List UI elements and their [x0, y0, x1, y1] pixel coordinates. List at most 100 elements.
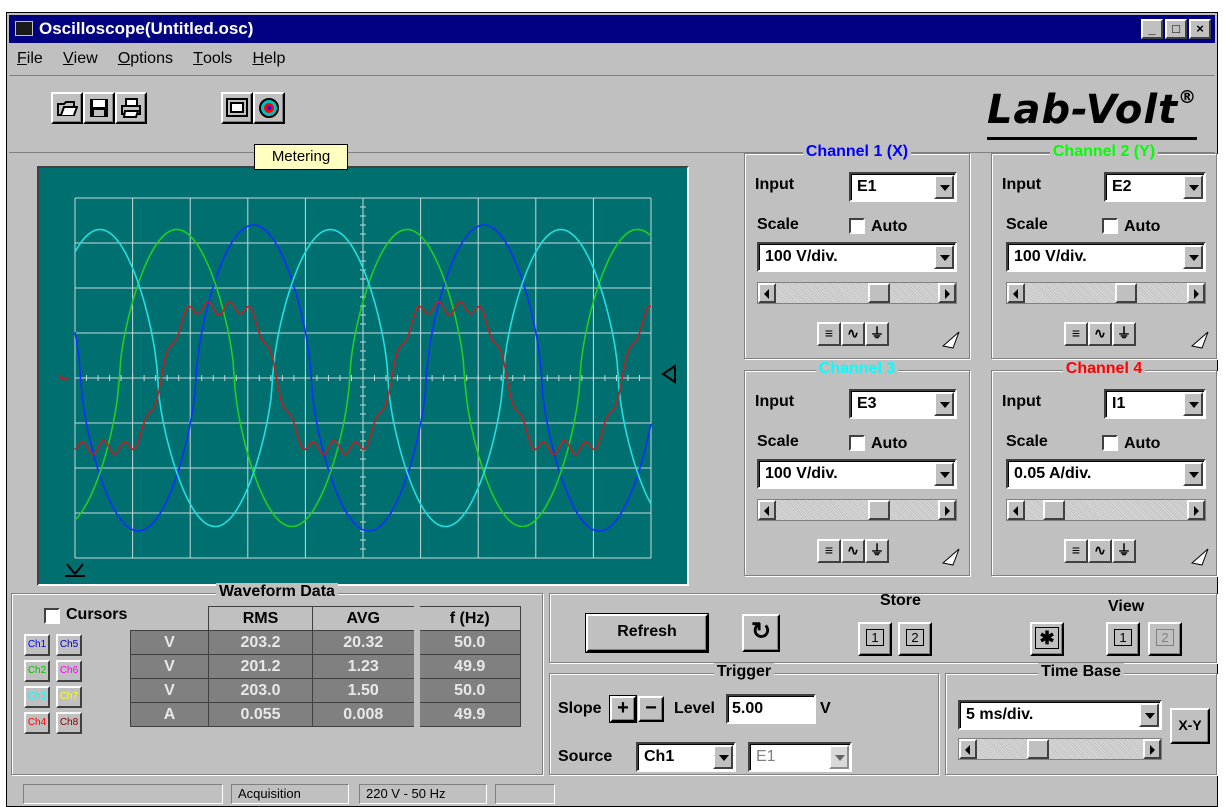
status-bar: Acquisition 220 V - 50 Hz	[9, 782, 1215, 804]
source-label: Source	[558, 748, 613, 765]
auto-label: Auto	[1124, 218, 1161, 235]
ch2-button[interactable]: Ch2	[24, 660, 50, 682]
channel-1-coupling-buttons[interactable]: ≡ ∿ ⏚	[817, 322, 889, 346]
dc-coupling-icon: ≡	[1064, 322, 1088, 346]
trigger-level-input[interactable]: 5.00	[726, 694, 816, 724]
input-label: Input	[755, 176, 795, 193]
channel-2-scale-select[interactable]: 100 V/div.	[1006, 242, 1206, 272]
time-base-slider[interactable]	[958, 738, 1162, 760]
refresh-button[interactable]: Refresh	[585, 613, 709, 653]
metering-button[interactable]	[253, 92, 285, 124]
oscilloscope-display[interactable]	[37, 166, 689, 586]
channel-4-input-select[interactable]: I1	[1104, 389, 1206, 419]
channel-3-panel: Channel 3 Input E3 Scale Auto 100 V/div.…	[744, 360, 970, 576]
trigger-level-marker[interactable]	[661, 364, 676, 384]
ac-coupling-icon: ∿	[841, 322, 865, 346]
trigger-source-select[interactable]: Ch1	[636, 742, 736, 772]
ch4-button[interactable]: Ch4	[24, 712, 50, 734]
waveform-data-panel: Waveform Data Cursors RMS AVG f (Hz) V 2…	[11, 583, 543, 775]
level-unit-label: V	[820, 700, 831, 717]
avg-header: AVG	[312, 606, 417, 631]
ch5-button[interactable]: Ch5	[56, 634, 82, 656]
acquisition-controls-panel: Refresh ↻ Store 1 2 View ✱ 1 2	[549, 592, 1217, 663]
channel-2-title: Channel 2 (Y)	[1049, 143, 1159, 160]
time-base-select[interactable]: 5 ms/div.	[958, 700, 1162, 730]
menu-help[interactable]: Help	[244, 45, 293, 73]
minimize-button[interactable]: _	[1141, 19, 1163, 39]
channel-4-auto-checkbox[interactable]	[1102, 435, 1118, 451]
ac-coupling-icon: ∿	[841, 539, 865, 563]
menu-file[interactable]: File	[9, 45, 51, 73]
maximize-button[interactable]: □	[1165, 19, 1187, 39]
open-button[interactable]	[51, 92, 83, 124]
close-button[interactable]: ×	[1189, 19, 1211, 39]
slope-label: Slope	[558, 700, 602, 717]
ch3-button[interactable]: Ch3	[24, 686, 50, 708]
ch1-button[interactable]: Ch1	[24, 634, 50, 656]
oscilloscope-window: Oscilloscope(Untitled.osc) _ □ × File Vi…	[6, 12, 1218, 807]
level-label: Level	[674, 700, 715, 717]
metering-dial-icon	[259, 98, 279, 118]
channel-2-auto-checkbox[interactable]	[1102, 218, 1118, 234]
channel-3-scale-slider[interactable]	[757, 499, 957, 521]
channel-3-scale-select[interactable]: 100 V/div.	[757, 459, 957, 489]
slope-positive-button[interactable]: +	[609, 695, 637, 723]
scale-label: Scale	[1006, 216, 1048, 233]
floppy-disk-icon	[90, 99, 108, 117]
xy-mode-button[interactable]: X-Y	[1170, 708, 1210, 744]
store-label: Store	[880, 592, 921, 609]
channel-4-coupling-buttons[interactable]: ≡ ∿ ⏚	[1064, 539, 1136, 563]
channel-4-panel: Channel 4 Input I1 Scale Auto 0.05 A/div…	[991, 360, 1217, 576]
slope-negative-button[interactable]: −	[638, 696, 664, 722]
menu-tools[interactable]: Tools	[185, 45, 240, 73]
channel-1-scale-select[interactable]: 100 V/div.	[757, 242, 957, 272]
channel-4-scale-slider[interactable]	[1006, 499, 1206, 521]
view-1-button[interactable]: 1	[1106, 622, 1140, 656]
waveform-plot	[58, 197, 676, 577]
ch7-button[interactable]: Ch7	[56, 686, 82, 708]
ground-coupling-icon: ⏚	[1112, 322, 1136, 346]
ch8-button[interactable]: Ch8	[56, 712, 82, 734]
ch6-button[interactable]: Ch6	[56, 660, 82, 682]
continuous-refresh-button[interactable]: ↻	[742, 614, 780, 652]
channel-1-auto-checkbox[interactable]	[849, 218, 865, 234]
cursors-checkbox[interactable]	[44, 608, 60, 624]
menu-options[interactable]: Options	[110, 45, 181, 73]
scale-label: Scale	[757, 216, 799, 233]
ground-coupling-icon: ⏚	[865, 539, 889, 563]
scope-view-button[interactable]	[221, 92, 253, 124]
input-label: Input	[1002, 176, 1042, 193]
view-live-button[interactable]: ✱	[1030, 622, 1064, 656]
window-title: Oscilloscope(Untitled.osc)	[39, 19, 254, 38]
channel-2-scale-slider[interactable]	[1006, 282, 1206, 304]
table-row: A 0.055 0.008 49.9	[130, 702, 521, 727]
channel-1-scale-slider[interactable]	[757, 282, 957, 304]
menu-view[interactable]: View	[55, 45, 106, 73]
store-1-button[interactable]: 1	[858, 622, 892, 656]
store-2-button[interactable]: 2	[898, 622, 932, 656]
channel-3-coupling-buttons[interactable]: ≡ ∿ ⏚	[817, 539, 889, 563]
menu-bar: File View Options Tools Help	[9, 45, 1215, 73]
channel-3-auto-checkbox[interactable]	[849, 435, 865, 451]
channel-2-coupling-buttons[interactable]: ≡ ∿ ⏚	[1064, 322, 1136, 346]
channel-3-title: Channel 3	[815, 360, 899, 377]
input-label: Input	[755, 393, 795, 410]
save-button[interactable]	[83, 92, 115, 124]
channel-2-input-select[interactable]: E2	[1104, 172, 1206, 202]
logo-underline	[987, 137, 1197, 140]
scale-label: Scale	[1006, 433, 1048, 450]
trigger-title: Trigger	[713, 663, 775, 680]
refresh-cycle-icon: ↻	[750, 618, 772, 645]
view-2-button[interactable]: 2	[1148, 622, 1182, 656]
trigger-source-input-select[interactable]: E1	[748, 742, 852, 772]
status-cell-empty	[23, 784, 223, 804]
channel-ground-marker	[58, 373, 69, 383]
dc-coupling-icon: ≡	[817, 322, 841, 346]
print-button[interactable]	[115, 92, 147, 124]
title-bar: Oscilloscope(Untitled.osc) _ □ ×	[9, 15, 1215, 43]
channel-1-input-select[interactable]: E1	[849, 172, 957, 202]
channel-4-scale-select[interactable]: 0.05 A/div.	[1006, 459, 1206, 489]
channel-3-input-select[interactable]: E3	[849, 389, 957, 419]
open-folder-icon	[57, 101, 78, 116]
view-label: View	[1108, 598, 1145, 615]
